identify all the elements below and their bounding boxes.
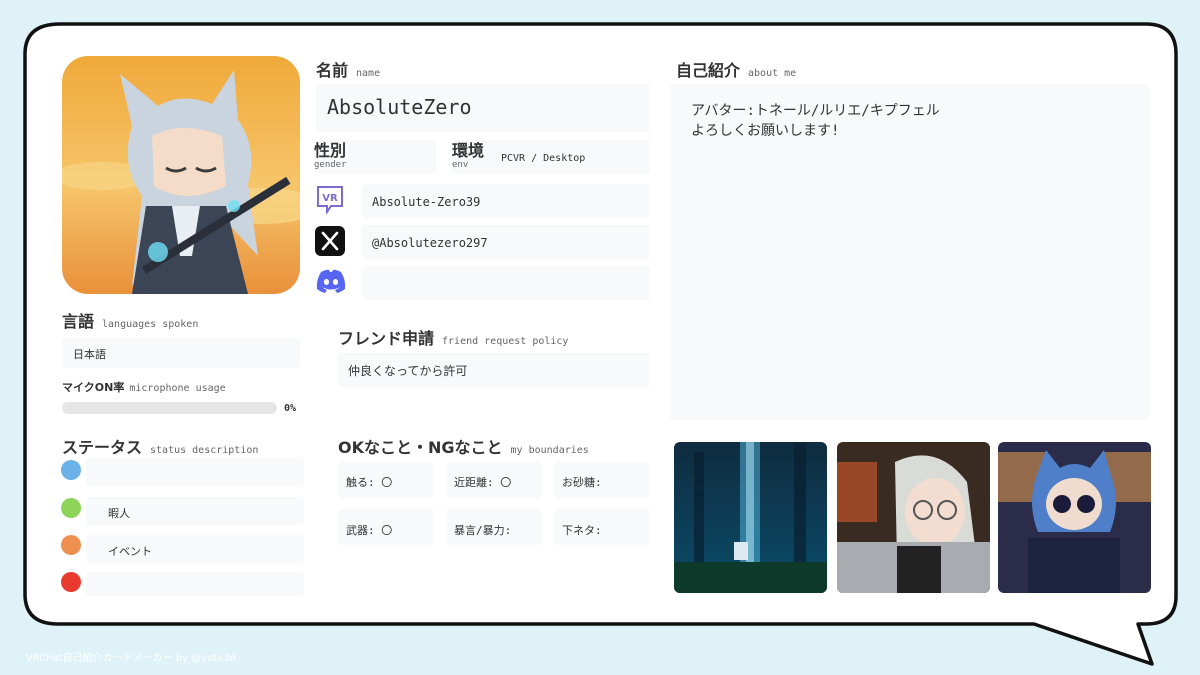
boundary-touch: 触る: 〇	[346, 476, 393, 489]
status-dot-red	[61, 572, 81, 592]
boundary-weapon: 武器: 〇	[346, 524, 393, 537]
name-header: 名前 name	[316, 61, 381, 80]
mic-percent: 0%	[284, 403, 297, 414]
status-row-1	[86, 458, 304, 486]
status-header: ステータス status description	[62, 438, 259, 457]
gender-header: 性別 gender	[314, 141, 347, 170]
x-icon	[315, 226, 345, 256]
languages-header: 言語 languages spoken	[62, 312, 199, 331]
x-handle: @Absolutezero297	[372, 236, 488, 250]
friend-request-value: 仲良くなってから許可	[348, 364, 468, 378]
mic-usage-bar	[62, 402, 277, 414]
boundary-abuse: 暴言/暴力:	[454, 524, 512, 537]
mic-header: マイクON率 microphone usage	[62, 381, 226, 394]
about-line-1: アバター:トネール/ルリエ/キプフェル	[691, 103, 940, 119]
boundary-sugar: お砂糖:	[562, 476, 602, 489]
env-header: 環境 env	[452, 141, 485, 170]
status-text-3: イベント	[108, 545, 152, 558]
status-dot-green	[61, 498, 81, 518]
about-line-2: よろしくお願いします!	[691, 123, 840, 139]
status-row-4	[86, 572, 304, 596]
languages-value: 日本語	[73, 348, 106, 361]
status-text-2: 暇人	[108, 507, 130, 520]
boundary-close-distance: 近距離: 〇	[454, 476, 512, 489]
discord-field	[362, 266, 650, 300]
footer-credit: VRChat自己紹介カードメーカー by @yota3d	[26, 653, 237, 664]
name-value: AbsoluteZero	[327, 95, 472, 119]
vrchat-icon: VR	[315, 184, 345, 216]
discord-icon	[315, 268, 347, 294]
photo-forest-world	[674, 442, 827, 593]
friend-request-header: フレンド申請 friend request policy	[338, 329, 569, 348]
photo-glasses-avatar	[837, 442, 990, 593]
boundary-lewd-jokes: 下ネタ:	[562, 524, 602, 537]
photo-blue-hair-avatar	[998, 442, 1151, 593]
boundaries-header: OKなこと・NGなこと my boundaries	[338, 438, 589, 457]
about-header: 自己紹介 about me	[676, 61, 797, 80]
status-dot-blue	[61, 460, 81, 480]
status-dot-orange	[61, 535, 81, 555]
env-value: PCVR / Desktop	[501, 153, 586, 164]
avatar-image	[62, 56, 300, 294]
svg-text:VR: VR	[322, 193, 338, 204]
vrchat-handle: Absolute-Zero39	[372, 195, 481, 209]
